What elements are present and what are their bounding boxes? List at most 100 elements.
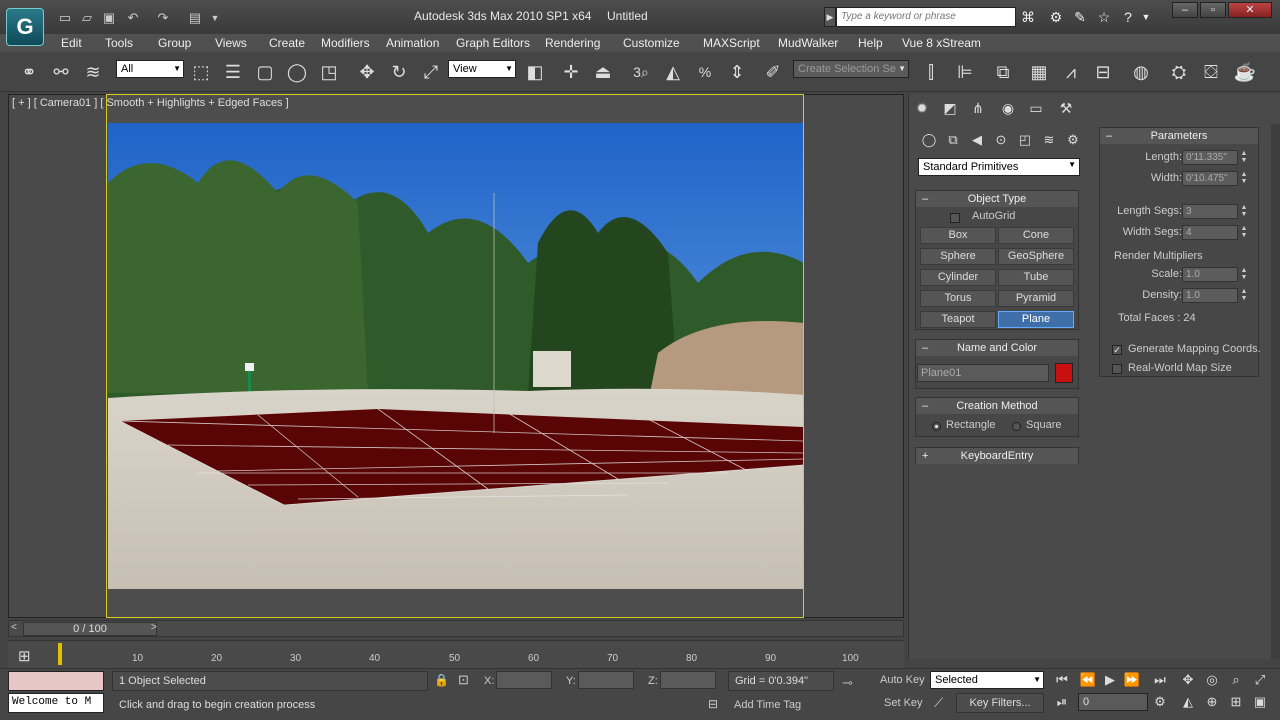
plane-button[interactable]: Plane	[998, 311, 1074, 328]
auto-key-mode-dropdown[interactable]: Selected ▼	[930, 671, 1044, 689]
project-folder-icon[interactable]: ▤	[186, 9, 204, 27]
app-logo-icon[interactable]: G	[6, 8, 44, 46]
menu-rendering[interactable]: Rendering	[545, 36, 600, 50]
unlink-selection-icon[interactable]: ⚯	[48, 59, 74, 85]
width-segs-spinner[interactable]: ▲ ▼	[1240, 225, 1248, 240]
space-warps-icon[interactable]: ≋	[1039, 130, 1059, 150]
display-tab-icon[interactable]: ▭	[1025, 97, 1047, 119]
primitive-category-dropdown[interactable]: Standard Primitives ▼	[918, 158, 1080, 176]
binoculars-icon[interactable]: ⌘	[1018, 7, 1038, 27]
camera-viewport[interactable]	[106, 94, 804, 618]
z-coordinate-field[interactable]	[660, 671, 716, 689]
open-file-icon[interactable]: ▱	[78, 9, 96, 27]
menu-create[interactable]: Create	[269, 36, 305, 50]
mini-curve-editor-icon[interactable]: ⊞	[18, 647, 31, 665]
shapes-icon[interactable]: ⧉	[943, 130, 963, 150]
menu-maxscript[interactable]: MAXScript	[703, 36, 760, 50]
previous-frame-icon[interactable]: ⏪	[1078, 671, 1098, 689]
play-icon[interactable]: ▶	[1100, 671, 1120, 689]
object-color-swatch[interactable]	[1055, 363, 1073, 383]
keyboard-shortcut-override-icon[interactable]: ⏏	[590, 59, 616, 85]
reference-coord-dropdown[interactable]: View ▼	[448, 60, 516, 78]
zoom-icon[interactable]: ⌕	[1226, 671, 1246, 689]
object-name-field[interactable]: Plane01	[917, 364, 1049, 382]
set-key-button[interactable]: Set Key	[884, 697, 923, 709]
keyboard-entry-header[interactable]: + KeyboardEntry	[916, 448, 1078, 464]
select-and-move-icon[interactable]: ✥	[354, 59, 380, 85]
absolute-mode-icon[interactable]: ⊡	[458, 672, 469, 688]
pivot-center-icon[interactable]: ◧	[522, 59, 548, 85]
menu-edit[interactable]: Edit	[61, 36, 82, 50]
new-file-icon[interactable]: ▭	[56, 9, 74, 27]
teapot-button[interactable]: Teapot	[920, 311, 996, 328]
undo-icon[interactable]: ↶	[124, 9, 142, 27]
box-button[interactable]: Box	[920, 227, 996, 244]
time-tag-icon[interactable]: ⊟	[708, 697, 718, 711]
menu-group[interactable]: Group	[158, 36, 191, 50]
create-tab-icon[interactable]: ✹	[911, 97, 933, 119]
select-and-manipulate-icon[interactable]: ◳	[316, 59, 342, 85]
menu-help[interactable]: Help	[858, 36, 883, 50]
add-time-tag[interactable]: Add Time Tag	[734, 699, 801, 711]
menu-animation[interactable]: Animation	[386, 36, 439, 50]
real-world-map-checkbox[interactable]	[1112, 364, 1122, 374]
auto-key-button[interactable]: Auto Key	[880, 674, 925, 686]
generate-mapping-checkbox[interactable]: ✓	[1112, 345, 1122, 355]
length-segs-field[interactable]: 3	[1182, 204, 1238, 219]
select-object-icon[interactable]: ⬚	[188, 59, 214, 85]
edit-named-selection-icon[interactable]: ✐	[760, 59, 786, 85]
render-setup-icon[interactable]: ⛭	[1166, 59, 1192, 85]
search-expand-icon[interactable]: ▶	[824, 7, 836, 27]
width-segs-field[interactable]: 4	[1182, 225, 1238, 240]
menu-customize[interactable]: Customize	[623, 36, 680, 50]
menu-tools[interactable]: Tools	[105, 36, 133, 50]
pyramid-button[interactable]: Pyramid	[998, 290, 1074, 307]
help-icon[interactable]: ?	[1118, 7, 1138, 27]
square-radio[interactable]	[1012, 422, 1021, 431]
geosphere-button[interactable]: GeoSphere	[998, 248, 1074, 265]
select-and-manipulate-pivot-icon[interactable]: ✛	[558, 59, 584, 85]
maximize-button[interactable]: ▫	[1200, 2, 1226, 18]
density-spinner[interactable]: ▲ ▼	[1240, 288, 1248, 303]
sphere-button[interactable]: Sphere	[920, 248, 996, 265]
field-of-view-icon[interactable]: ◭	[1178, 693, 1198, 711]
rectangular-selection-icon[interactable]: ▢	[252, 59, 278, 85]
subscription-icon[interactable]: ⚙	[1046, 7, 1066, 27]
menu-modifiers[interactable]: Modifiers	[321, 36, 370, 50]
time-slider-next-icon[interactable]: >	[151, 622, 157, 633]
time-slider-thumb[interactable]: 0 / 100	[23, 622, 157, 636]
named-selection-set-dropdown[interactable]: Create Selection Se ▼	[793, 60, 909, 78]
orbit-icon[interactable]: ◎	[1202, 671, 1222, 689]
curve-editor-icon[interactable]: ⩘	[1058, 59, 1084, 85]
select-and-link-icon[interactable]: ⚭	[16, 59, 42, 85]
minimize-button[interactable]: –	[1172, 2, 1198, 18]
lights-icon[interactable]: ◀	[967, 130, 987, 150]
cameras-icon[interactable]: ⊙	[991, 130, 1011, 150]
window-crossing-icon[interactable]: ◯	[284, 59, 310, 85]
width-field[interactable]: 0'10.475"	[1182, 171, 1238, 186]
rectangle-radio[interactable]	[932, 422, 941, 431]
y-coordinate-field[interactable]	[578, 671, 634, 689]
save-icon[interactable]: ▣	[100, 9, 118, 27]
scale-spinner[interactable]: ▲ ▼	[1240, 267, 1248, 282]
cone-button[interactable]: Cone	[998, 227, 1074, 244]
viewport-label[interactable]: [ + ] [ Camera01 ] [ Smooth + Highlights…	[12, 97, 289, 109]
menu-vue-xstream[interactable]: Vue 8 xStream	[902, 36, 981, 50]
menu-graph-editors[interactable]: Graph Editors	[456, 36, 530, 50]
key-icon[interactable]: ⊸	[842, 675, 853, 691]
maxscript-mini-listener[interactable]: Welcome to M	[8, 693, 104, 713]
select-by-name-icon[interactable]: ☰	[220, 59, 246, 85]
default-tangents-icon[interactable]: ⟋	[934, 695, 943, 711]
redo-icon[interactable]: ↷	[154, 9, 172, 27]
autogrid-checkbox[interactable]	[950, 213, 960, 223]
object-type-header[interactable]: – Object Type	[916, 191, 1078, 207]
align-icon[interactable]: ⊫	[952, 59, 978, 85]
command-panel-scrollbar[interactable]	[1271, 124, 1280, 659]
pan-view-icon[interactable]: ✥	[1178, 671, 1198, 689]
key-filters-button[interactable]: Key Filters...	[956, 693, 1044, 713]
angle-snap-icon[interactable]: ◭	[660, 59, 686, 85]
render-production-icon[interactable]: ☕	[1232, 59, 1258, 85]
spinner-snap-icon[interactable]: ⇕	[724, 59, 750, 85]
parameters-header[interactable]: – Parameters	[1100, 128, 1258, 144]
material-editor-icon[interactable]: ◍	[1128, 59, 1154, 85]
